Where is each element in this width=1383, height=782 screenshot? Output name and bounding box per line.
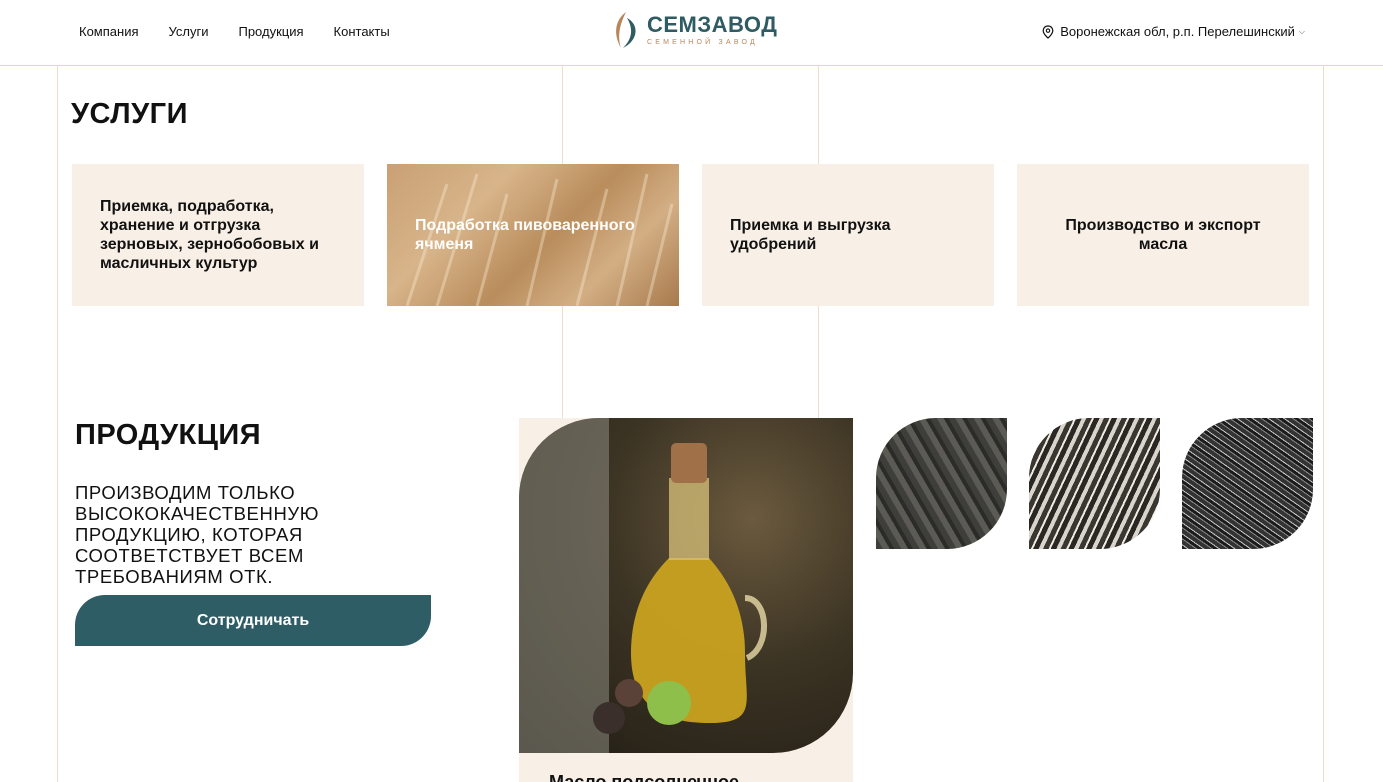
product-thumb-pellets[interactable] xyxy=(876,418,1007,549)
service-card-barley[interactable]: Подработка пивоваренного ячменя xyxy=(387,164,679,306)
nav-company[interactable]: Компания xyxy=(79,23,139,41)
service-card-label: Подработка пивоваренного ячменя xyxy=(415,217,635,253)
nav-products[interactable]: Продукция xyxy=(238,23,303,41)
products-lead: Производим только высококачественную про… xyxy=(75,482,320,587)
service-card-grain[interactable]: Приемка, подработка, хранение и отгрузка… xyxy=(72,164,364,306)
product-caption: Масло подсолнечное xyxy=(549,772,740,782)
service-card-label: Приемка и выгрузка удобрений xyxy=(730,217,891,253)
service-card-oil[interactable]: Производство и экспорт масла xyxy=(1017,164,1309,306)
products-title: ПРОДУКЦИЯ xyxy=(75,419,262,451)
location-selector[interactable]: Воронежская обл, р.п. Перелешинский ⌵ xyxy=(1042,24,1305,39)
logo[interactable]: СЕМЗАВОД СЕМЕННОЙ ЗАВОД xyxy=(611,10,777,50)
service-card-label: Производство и экспорт масла xyxy=(1065,217,1261,253)
oil-bottle-image xyxy=(519,418,853,753)
main-nav: Компания Услуги Продукция Контакты xyxy=(79,23,420,41)
location-text: Воронежская обл, р.п. Перелешинский xyxy=(1060,24,1295,39)
service-card-label: Приемка, подработка, хранение и отгрузка… xyxy=(100,198,319,272)
nav-services[interactable]: Услуги xyxy=(169,23,209,41)
cooperate-button[interactable]: Сотрудничать xyxy=(75,595,431,646)
product-thumb-husk[interactable] xyxy=(1182,418,1313,549)
chevron-down-icon: ⌵ xyxy=(1298,26,1305,36)
leaf-logo-icon xyxy=(616,12,636,48)
service-card-fertilizer[interactable]: Приемка и выгрузка удобрений xyxy=(702,164,994,306)
location-pin-icon xyxy=(1042,24,1054,39)
logo-title: СЕМЗАВОД xyxy=(647,12,778,37)
services-title: УСЛУГИ xyxy=(71,98,188,130)
logo-subtitle: СЕМЕННОЙ ЗАВОД xyxy=(647,39,758,46)
nav-contacts[interactable]: Контакты xyxy=(334,23,390,41)
grid-line xyxy=(57,66,58,782)
product-thumb-sunflower-seeds[interactable] xyxy=(1029,418,1160,549)
product-card-oil[interactable]: Масло подсолнечное xyxy=(519,418,853,782)
site-header: Компания Услуги Продукция Контакты СЕМЗА… xyxy=(0,0,1383,66)
grid-line xyxy=(1323,66,1324,782)
